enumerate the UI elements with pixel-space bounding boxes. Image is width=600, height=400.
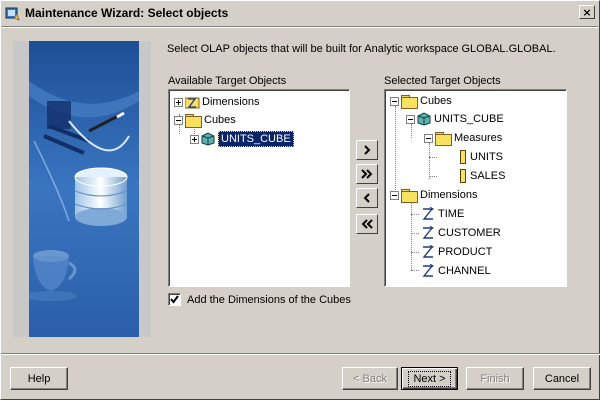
collapse-icon[interactable] [174, 115, 183, 125]
tree-item-product[interactable]: PRODUCT [421, 243, 492, 261]
tree-item-cubes[interactable]: Cubes [390, 92, 452, 110]
tree-connector [429, 176, 437, 177]
dimension-icon [421, 225, 435, 240]
checkbox-label: Add the Dimensions of the Cubes [187, 293, 351, 306]
collapse-icon[interactable] [390, 96, 399, 106]
move-right-button[interactable] [356, 140, 378, 160]
selected-objects-tree[interactable]: Cubes UNITS_CUBE Measures UNITS SALES Di… [384, 89, 567, 287]
expand-icon[interactable] [190, 134, 199, 144]
move-all-left-button[interactable] [356, 214, 378, 234]
cancel-button-label: Cancel [544, 372, 580, 385]
tree-connector [429, 143, 430, 179]
back-button[interactable]: < Back [342, 367, 398, 390]
wizard-app-icon [5, 5, 21, 21]
tree-item-label: UNITS [470, 151, 503, 163]
tree-connector [395, 106, 396, 194]
intro-text: Select OLAP objects that will be built f… [167, 43, 556, 55]
move-all-right-button[interactable] [356, 164, 378, 184]
collapse-icon[interactable] [424, 133, 433, 143]
back-button-label: < Back [353, 372, 387, 385]
dimension-icon [421, 263, 435, 278]
close-icon: × [582, 5, 592, 19]
tree-connector [429, 157, 437, 158]
expand-icon[interactable] [174, 97, 183, 107]
finish-button-label: Finish [480, 372, 510, 385]
tree-item-label: Measures [454, 132, 503, 144]
move-left-button[interactable] [356, 188, 378, 208]
bottom-separator [1, 353, 600, 355]
selected-objects-label: Selected Target Objects [384, 75, 501, 87]
tree-item-label: TIME [438, 208, 465, 220]
available-objects-tree[interactable]: Dimensions Cubes UNITS_CUBE [168, 89, 350, 287]
available-objects-label: Available Target Objects [168, 75, 287, 87]
tree-item-units-cube[interactable]: UNITS_CUBE [406, 110, 504, 128]
tree-connector [411, 233, 419, 234]
tree-item-label: Cubes [204, 114, 236, 126]
finish-button[interactable]: Finish [466, 367, 524, 390]
title-separator [2, 26, 598, 28]
tree-item-label: Dimensions [420, 189, 478, 201]
tree-connector [411, 270, 419, 271]
database-illustration-icon [29, 41, 139, 337]
cancel-button[interactable]: Cancel [533, 367, 591, 390]
tree-item-label: CUSTOMER [438, 227, 501, 239]
add-dimensions-option[interactable]: Add the Dimensions of the Cubes [168, 293, 351, 306]
measure-icon [460, 150, 466, 164]
checkmark-icon [170, 295, 179, 304]
wizard-artwork [13, 41, 151, 337]
chevron-right-icon [364, 145, 371, 155]
next-button-label: Next > [408, 370, 451, 387]
tree-item-cubes[interactable]: Cubes [174, 111, 236, 129]
folder-icon [401, 95, 418, 109]
chevron-left-icon [363, 193, 370, 203]
tree-item-label: PRODUCT [438, 246, 493, 258]
title-bar[interactable]: Maintenance Wizard: Select objects × [2, 2, 598, 24]
close-button[interactable]: × [579, 5, 595, 19]
tree-connector [411, 214, 419, 215]
tree-item-label: CHANNEL [438, 265, 491, 277]
add-dimensions-checkbox[interactable] [168, 293, 181, 306]
tree-item-customer[interactable]: CUSTOMER [421, 224, 501, 242]
collapse-icon[interactable] [406, 114, 415, 124]
double-chevron-right-icon [361, 169, 373, 179]
folder-icon [185, 114, 202, 128]
tree-item-dimensions[interactable]: Dimensions [174, 93, 259, 111]
double-chevron-left-icon [361, 219, 373, 229]
tree-item-label: SALES [470, 170, 506, 182]
dimension-icon [421, 206, 435, 221]
cube-icon [417, 112, 431, 126]
collapse-icon[interactable] [390, 190, 399, 200]
tree-connector [411, 252, 419, 253]
dimension-icon [421, 244, 435, 259]
tree-item-label: UNITS_CUBE [218, 131, 294, 147]
tree-item-label: Dimensions [202, 96, 260, 108]
next-button[interactable]: Next > [401, 367, 458, 390]
tree-item-units-cube[interactable]: UNITS_CUBE [190, 130, 294, 148]
tree-item-dimensions[interactable]: Dimensions [390, 186, 477, 204]
tree-item-units[interactable]: UNITS [457, 148, 503, 166]
tree-item-sales[interactable]: SALES [457, 167, 505, 185]
cube-icon [201, 132, 215, 146]
folder-icon [435, 132, 452, 146]
tree-item-channel[interactable]: CHANNEL [421, 262, 491, 280]
tree-item-measures[interactable]: Measures [424, 129, 502, 147]
help-button-label: Help [27, 372, 51, 385]
tree-connector [411, 202, 412, 270]
tree-item-label: Cubes [420, 95, 452, 107]
wizard-window: Maintenance Wizard: Select objects × Sel… [0, 0, 600, 400]
measure-icon [460, 169, 466, 183]
tree-item-label: UNITS_CUBE [434, 113, 504, 125]
window-title: Maintenance Wizard: Select objects [25, 6, 229, 20]
folder-icon [401, 189, 418, 203]
help-button[interactable]: Help [10, 367, 68, 390]
tree-item-time[interactable]: TIME [421, 205, 464, 223]
dimension-folder-icon [184, 95, 200, 109]
